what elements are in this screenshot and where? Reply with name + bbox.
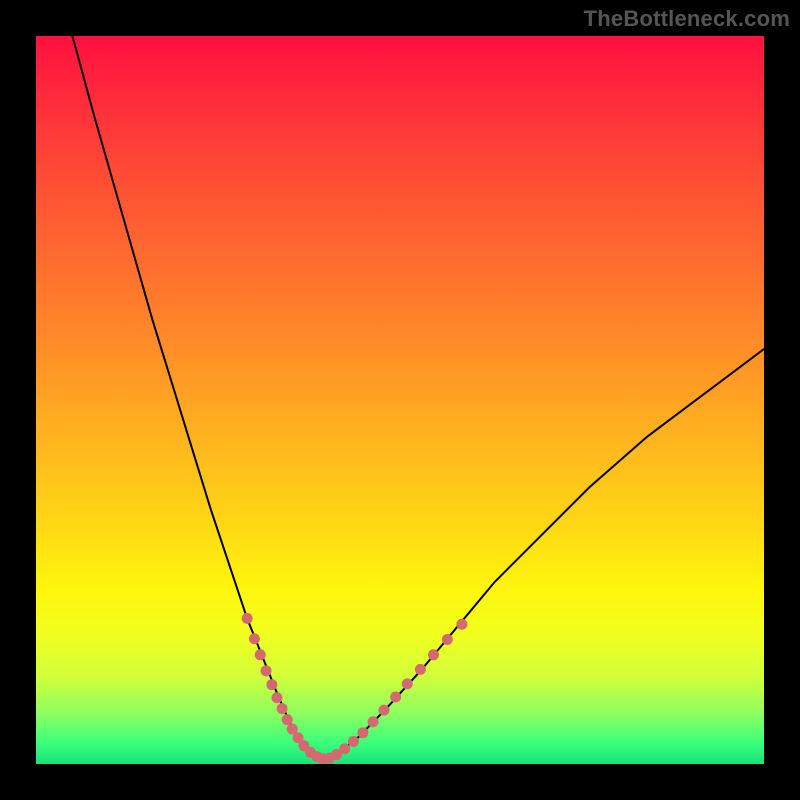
plot-area [36, 36, 764, 764]
data-point [456, 619, 467, 630]
data-point [271, 692, 282, 703]
data-point [415, 664, 426, 675]
bottleneck-curve [72, 36, 764, 759]
data-point [242, 613, 253, 624]
data-point [357, 727, 368, 738]
data-point [266, 679, 277, 690]
data-point [390, 692, 401, 703]
data-point [348, 736, 359, 747]
data-point [378, 705, 389, 716]
data-point [368, 716, 379, 727]
data-point [277, 703, 288, 714]
data-point [442, 634, 453, 645]
curve-layer [36, 36, 764, 764]
watermark-text: TheBottleneck.com [584, 6, 790, 32]
dots-group [242, 613, 468, 764]
data-point [428, 649, 439, 660]
data-point [255, 649, 266, 660]
data-point [261, 665, 272, 676]
data-point [249, 633, 260, 644]
data-point [339, 743, 350, 754]
data-point [402, 678, 413, 689]
chart-frame: TheBottleneck.com [0, 0, 800, 800]
data-point [282, 714, 293, 725]
